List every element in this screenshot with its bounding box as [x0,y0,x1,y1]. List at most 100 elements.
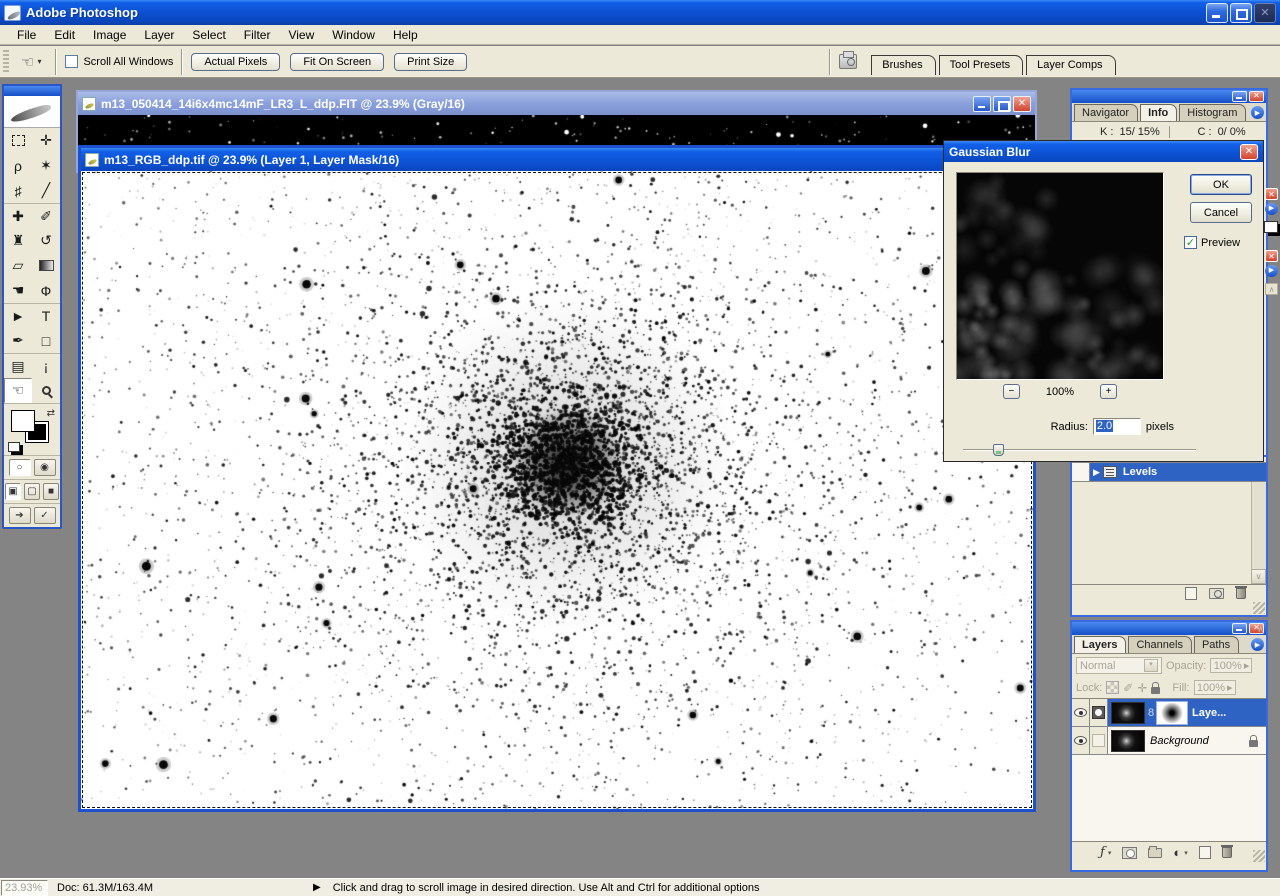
tab-info[interactable]: Info [1140,104,1177,121]
swap-colors-icon[interactable]: ⇄ [47,408,55,419]
fit-on-screen-button[interactable]: Fit On Screen [290,53,384,71]
front-doc-titlebar[interactable]: m13_RGB_ddp.tif @ 23.9% (Layer 1, Layer … [81,148,1033,171]
new-snapshot-button[interactable] [1209,588,1224,599]
blur-preview-image[interactable] [956,172,1164,380]
doc-minimize-button[interactable] [973,96,991,112]
scroll-all-windows-option[interactable]: Scroll All Windows [65,55,173,68]
hidden-scroll-up-icon[interactable]: ∧ [1265,283,1278,295]
dialog-close-button[interactable] [1240,144,1258,160]
hidden-palette-menu-button[interactable]: ▶ [1265,203,1278,215]
lock-transparency-icon[interactable] [1106,681,1119,694]
fullscreen-button[interactable]: ■ [43,483,59,500]
well-tab-brushes[interactable]: Brushes [871,55,935,75]
ok-button[interactable]: OK [1190,174,1252,195]
menu-view[interactable]: View [279,26,323,44]
palette-close-button[interactable] [1249,91,1264,102]
cancel-button[interactable]: Cancel [1190,202,1252,223]
slice-tool[interactable]: ╱ [32,178,60,203]
scroll-down-icon[interactable]: ∨ [1251,569,1266,584]
radius-input[interactable]: 2.0 [1093,418,1141,435]
zoom-in-button[interactable]: + [1100,384,1117,399]
mask-link-column[interactable] [1090,699,1108,726]
back-doc-titlebar[interactable]: m13_050414_14i6x4mc14mF_LR3_L_ddp.FIT @ … [78,92,1035,115]
visibility-toggle[interactable] [1072,699,1090,726]
palette-titlebar[interactable] [1072,622,1266,635]
doc-maximize-button[interactable] [993,96,1011,112]
menu-edit[interactable]: Edit [45,26,84,44]
layer-mask-thumbnail[interactable] [1157,702,1187,724]
visibility-toggle[interactable] [1072,727,1090,754]
well-tab-layer-comps[interactable]: Layer Comps [1026,55,1115,75]
status-menu-arrow-icon[interactable]: ▶ [313,882,321,893]
add-layer-mask-button[interactable] [1122,847,1137,859]
type-tool[interactable]: T [32,303,60,328]
tab-paths[interactable]: Paths [1194,636,1239,653]
hidden-palette-close-button[interactable]: ✕ [1265,250,1278,262]
resize-grip[interactable] [1253,850,1265,862]
slider-thumb[interactable] [993,444,1004,456]
scroll-all-windows-checkbox[interactable] [65,55,78,68]
options-grip[interactable] [3,50,9,74]
smudge-tool[interactable]: ☚ [4,278,32,303]
tab-layers[interactable]: Layers [1074,636,1126,653]
default-colors-icon[interactable] [8,442,20,452]
current-tool-dropdown[interactable]: ☜ ▾ [15,53,47,71]
menu-layer[interactable]: Layer [135,26,183,44]
new-layer-button[interactable] [1199,846,1211,859]
magic-wand-tool[interactable]: ✶ [32,153,60,178]
print-size-button[interactable]: Print Size [394,53,467,71]
preview-checkbox[interactable]: ✓ [1184,236,1197,249]
lock-position-icon[interactable]: ✛ [1137,681,1147,695]
minimize-button[interactable] [1206,3,1228,23]
zoom-tool[interactable] [32,378,60,403]
healing-brush-tool[interactable]: ✚ [4,203,32,228]
layer-name[interactable]: Background [1150,735,1209,747]
new-group-button[interactable] [1148,848,1162,858]
palette-menu-button[interactable]: ▶ [1251,638,1264,651]
move-tool[interactable]: ✛ [32,128,60,153]
foreground-color-swatch[interactable] [11,410,35,432]
palette-menu-button[interactable]: ▶ [1251,106,1264,119]
hand-tool[interactable]: ☜ [4,378,32,403]
brush-tool[interactable]: ✐ [32,203,60,228]
adjustment-layer-button[interactable]: ◐ [1173,845,1181,860]
menu-select[interactable]: Select [183,26,234,44]
zoom-out-button[interactable]: − [1003,384,1020,399]
tab-navigator[interactable]: Navigator [1074,104,1138,121]
front-doc-image[interactable] [81,171,1033,809]
layer-thumbnail[interactable] [1111,702,1145,724]
palette-minimize-button[interactable] [1232,91,1247,102]
opacity-field[interactable]: 100% ▸ [1210,658,1252,673]
standard-mode-button[interactable]: ○ [9,459,31,476]
standard-screen-button[interactable]: ▣ [5,483,21,500]
well-tab-tool-presets[interactable]: Tool Presets [939,55,1024,75]
menu-help[interactable]: Help [384,26,427,44]
history-brush-tool[interactable]: ↺ [32,228,60,253]
tab-histogram[interactable]: Histogram [1179,104,1246,121]
blend-mode-select[interactable]: Normal ▾ [1076,657,1162,674]
close-button[interactable] [1254,3,1276,23]
document-size-readout[interactable]: Doc: 61.3M/163.4M [57,882,153,894]
imageready-check-icon[interactable]: ✓ [34,507,56,524]
toolbox-titlebar[interactable] [4,86,60,96]
layer-row-layer1[interactable]: 8 Laye... ∧ [1072,699,1266,727]
mask-link-column[interactable] [1090,727,1108,754]
menu-window[interactable]: Window [323,26,384,44]
clone-stamp-tool[interactable]: ♜ [4,228,32,253]
history-state-levels[interactable]: ▶ Levels [1072,462,1266,481]
rectangular-marquee-tool[interactable] [4,128,32,153]
menu-filter[interactable]: Filter [235,26,280,44]
shape-tool[interactable]: □ [32,328,60,353]
delete-state-button[interactable] [1236,588,1246,599]
new-document-from-state-button[interactable] [1185,587,1197,600]
layer-name[interactable]: Laye... [1192,707,1226,719]
path-selection-tool[interactable]: ► [4,303,32,328]
notes-tool[interactable]: ▤ [4,353,32,378]
layer-style-button[interactable]: ƒ [1100,845,1105,860]
gradient-tool[interactable] [32,253,60,278]
radius-slider[interactable] [963,444,1196,456]
hidden-palette-close-button[interactable]: ✕ [1265,188,1278,200]
lock-pixels-icon[interactable]: ✐ [1123,681,1133,695]
menu-image[interactable]: Image [84,26,135,44]
file-browser-icon[interactable] [839,54,857,69]
